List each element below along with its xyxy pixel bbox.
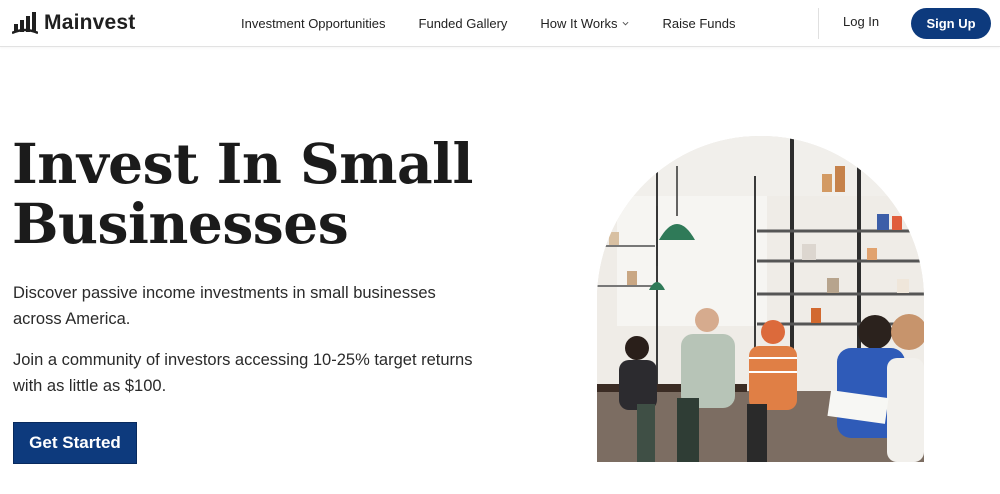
- nav-investment-opportunities[interactable]: Investment Opportunities: [241, 16, 386, 31]
- signup-button[interactable]: Sign Up: [911, 8, 991, 39]
- hero-description: Discover passive income investments in s…: [13, 284, 436, 328]
- cafe-illustration: [597, 136, 924, 462]
- nav-how-it-works[interactable]: How It Works: [540, 16, 629, 31]
- logo-bars-icon: [12, 12, 38, 35]
- hero-title-line-2: Businesses: [12, 191, 349, 256]
- top-navbar: Mainvest Investment Opportunities Funded…: [0, 0, 1000, 47]
- brand-name: Mainvest: [44, 11, 136, 34]
- brand-logo-link[interactable]: Mainvest: [12, 9, 135, 37]
- nav-how-it-works-label: How It Works: [540, 16, 618, 31]
- hero-title: Invest In Small Businesses: [12, 134, 482, 254]
- chevron-down-icon: [623, 21, 629, 26]
- hero-returns-text: Join a community of investors accessing …: [13, 351, 473, 395]
- nav-raise-funds[interactable]: Raise Funds: [662, 16, 735, 31]
- main-nav: Investment Opportunities Funded Gallery …: [241, 0, 768, 47]
- hero-title-line-1: Invest In Small: [12, 131, 473, 196]
- nav-funded-gallery[interactable]: Funded Gallery: [419, 16, 508, 31]
- hero-cafe-photo: [597, 136, 924, 462]
- login-link[interactable]: Log In: [843, 14, 879, 29]
- get-started-button[interactable]: Get Started: [13, 422, 137, 464]
- nav-divider: [818, 8, 819, 39]
